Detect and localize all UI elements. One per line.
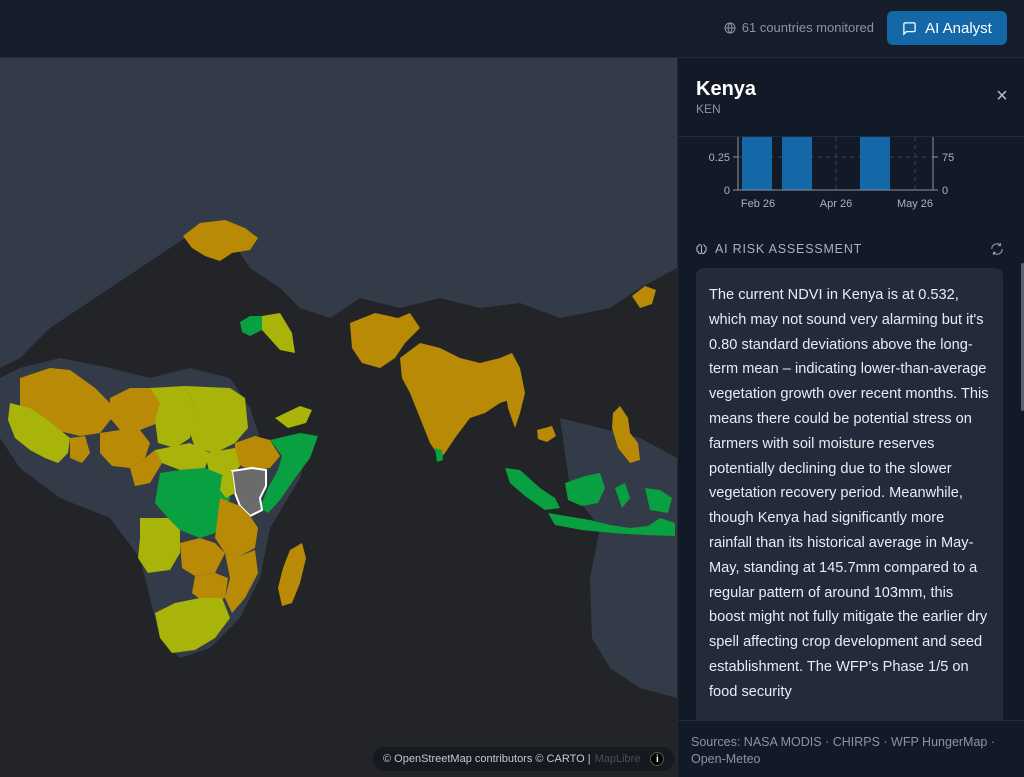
info-icon[interactable]: i [650,752,665,766]
history-chart: 0.25 0 75 0 Feb 26 Apr 26 May 26 [678,137,1024,217]
sources-footer: Sources: NASA MODIS · CHIRPS · WFP Hunge… [678,720,1024,777]
attribution-text: © OpenStreetMap contributors © CARTO | [383,753,591,765]
ai-analyst-label: AI Analyst [925,19,992,37]
x-tick: May 26 [897,198,933,210]
ai-risk-heading: AI RISK ASSESSMENT [695,242,862,256]
close-icon[interactable]: × [993,86,1011,106]
world-map[interactable] [0,58,677,777]
rainfall-bar [782,137,812,190]
brain-icon [696,243,707,254]
chat-icon [903,21,916,36]
y-tick-right: 0 [942,185,948,197]
y-tick-left: 0.25 [709,152,730,164]
ai-assessment-card: The current NDVI in Kenya is at 0.532, w… [696,268,1003,728]
country-detail-panel: Kenya KEN × 0.25 0 75 0 Feb 26 Apr 26 Ma… [677,58,1024,777]
ai-risk-title: AI RISK ASSESSMENT [715,242,863,256]
globe-icon [724,22,736,34]
map-view[interactable]: © OpenStreetMap contributors © CARTO | M… [0,58,677,777]
countries-monitored-text: 61 countries monitored [741,20,874,35]
history-chart-svg: 0.25 0 75 0 Feb 26 Apr 26 May 26 [709,137,954,210]
refresh-icon[interactable] [990,242,1004,256]
rainfall-bar [742,137,772,190]
panel-header: Kenya KEN × [678,58,1024,137]
countries-monitored: 61 countries monitored [724,20,874,35]
country-name: Kenya [696,78,757,100]
x-tick: Apr 26 [820,198,852,210]
y-tick-left: 0 [724,185,730,197]
top-bar: 61 countries monitored AI Analyst [0,0,1024,58]
ai-analyst-button[interactable]: AI Analyst [887,11,1007,45]
ai-assessment-text: The current NDVI in Kenya is at 0.532, w… [709,287,989,700]
map-attribution: © OpenStreetMap contributors © CARTO | M… [373,747,675,771]
rainfall-bar [860,137,890,190]
x-tick: Feb 26 [741,198,775,210]
maplibre-link[interactable]: MapLibre [595,753,641,765]
country-code: KEN [696,102,721,116]
y-tick-right: 75 [942,152,954,164]
